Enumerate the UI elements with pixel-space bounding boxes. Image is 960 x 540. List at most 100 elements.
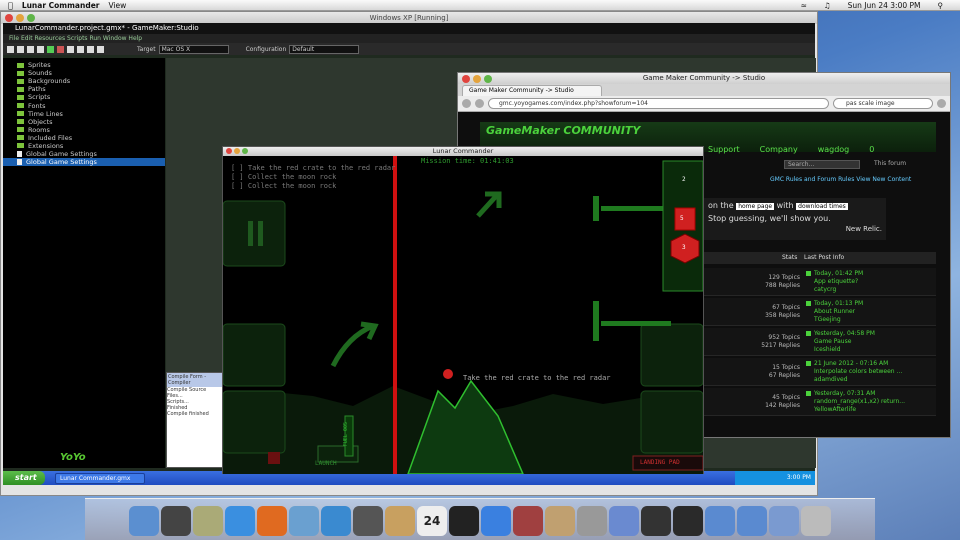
forum-row[interactable]: 45 Topics 142 Replies Yesterday, 07:31 AM r…	[704, 388, 936, 416]
nav-user[interactable]: wagdog	[818, 145, 850, 154]
last-post-topic[interactable]: Game Pause	[814, 338, 851, 345]
export-icon[interactable]	[37, 45, 44, 53]
monitor-icon[interactable]	[641, 506, 671, 536]
launchpad-icon[interactable]	[161, 506, 191, 536]
rules-link[interactable]: GMC Rules and Forum Rules View New Conte…	[770, 176, 911, 183]
photo-icon[interactable]	[193, 506, 223, 536]
terminal-icon[interactable]	[449, 506, 479, 536]
url-bar[interactable]: gmc.yoyogames.com/index.php?showforum=10…	[488, 98, 829, 109]
nav-support[interactable]: Support	[708, 145, 740, 154]
tree-item[interactable]: Sounds	[3, 69, 165, 77]
forum-search-input[interactable]: Search...	[784, 160, 860, 169]
new-icon[interactable]	[7, 45, 14, 53]
app-menu[interactable]: Lunar Commander	[22, 1, 100, 10]
thrust-pad[interactable]	[640, 390, 703, 454]
ad-banner[interactable]: on the home page with download times Sto…	[704, 198, 886, 240]
photobooth-icon[interactable]	[513, 506, 543, 536]
mail-icon[interactable]	[289, 506, 319, 536]
calendar-icon[interactable]: 24	[417, 506, 447, 536]
menubar-clock[interactable]: Sun Jun 24 3:00 PM	[848, 1, 921, 10]
tree-item[interactable]: Paths	[3, 85, 165, 93]
vbox-icon[interactable]	[609, 506, 639, 536]
last-post-topic[interactable]: Interpolate colors between ...	[814, 368, 902, 375]
zoom-icon[interactable]	[484, 75, 492, 83]
contacts-icon[interactable]	[385, 506, 415, 536]
config-select[interactable]: Default	[289, 44, 360, 54]
tree-item[interactable]: Rooms	[3, 126, 165, 134]
right-pad[interactable]	[640, 323, 703, 387]
finder-icon[interactable]	[129, 506, 159, 536]
folder-icon[interactable]	[705, 506, 735, 536]
nav-company[interactable]: Company	[760, 145, 798, 154]
ad-select[interactable]: home page	[736, 203, 775, 210]
settings-icon[interactable]	[577, 506, 607, 536]
spotlight-icon[interactable]: ⚲	[938, 1, 944, 10]
gmc-logo[interactable]: GameMaker COMMUNITY	[486, 124, 640, 137]
back-icon[interactable]	[462, 99, 471, 108]
close-icon[interactable]	[462, 75, 470, 83]
pause-pad[interactable]	[223, 200, 286, 267]
taskbar-item[interactable]: Lunar Commander.gmx	[55, 472, 145, 484]
last-post-topic[interactable]: random_range(x1,x2) return...	[814, 398, 905, 405]
firefox-icon[interactable]	[257, 506, 287, 536]
close-icon[interactable]	[5, 14, 13, 22]
wifi-icon[interactable]: ≈	[801, 1, 807, 10]
lander-ship[interactable]	[443, 369, 453, 379]
forward-icon[interactable]	[475, 99, 484, 108]
forum-row[interactable]: 15 Topics 67 Replies 21 June 2012 - 07:16 …	[704, 358, 936, 386]
xp-clock[interactable]: 3:00 PM	[787, 474, 811, 481]
left-pad[interactable]	[223, 323, 286, 387]
tree-item[interactable]: Global Game Settings	[3, 158, 165, 167]
zoom-icon[interactable]	[242, 148, 248, 154]
room-icon[interactable]	[97, 45, 104, 53]
folder-icon[interactable]	[737, 506, 767, 536]
forum-row[interactable]: 952 Topics 5217 Replies Yesterday, 04:58 P…	[704, 328, 936, 356]
menu-view[interactable]: View	[108, 1, 126, 10]
debug-icon[interactable]	[57, 45, 64, 53]
sprite-icon[interactable]	[77, 45, 84, 53]
volume-icon[interactable]: ♫	[824, 1, 831, 10]
yoyo-icon[interactable]	[673, 506, 703, 536]
tree-item[interactable]: Backgrounds	[3, 77, 165, 85]
clean-icon[interactable]	[67, 45, 74, 53]
save-icon[interactable]	[27, 45, 34, 53]
last-post-topic[interactable]: About Runner	[814, 308, 855, 315]
forum-filter[interactable]: This forum	[874, 160, 906, 167]
itunes-icon[interactable]	[481, 506, 511, 536]
tree-item[interactable]: Sprites	[3, 61, 165, 69]
sound-icon[interactable]	[87, 45, 94, 53]
run-icon[interactable]	[47, 45, 54, 53]
tree-item[interactable]: Fonts	[3, 101, 165, 110]
home-icon[interactable]	[937, 99, 946, 108]
preview-icon[interactable]	[545, 506, 575, 536]
target-select[interactable]: Mac OS X	[158, 44, 229, 54]
minimize-icon[interactable]	[473, 75, 481, 83]
nav-notifications[interactable]: 0	[869, 145, 874, 154]
downloads-icon[interactable]	[769, 506, 799, 536]
tab-gmc[interactable]: Game Maker Community -> Studio	[462, 85, 602, 96]
safari-icon[interactable]	[321, 506, 351, 536]
minimize-icon[interactable]	[234, 148, 240, 154]
appstore-icon[interactable]	[225, 506, 255, 536]
tree-item[interactable]: Objects	[3, 118, 165, 126]
minimize-icon[interactable]	[16, 14, 24, 22]
tree-item[interactable]: Extensions	[3, 142, 165, 150]
tree-item[interactable]: Time Lines	[3, 110, 165, 118]
search-bar[interactable]: pas scale image	[833, 98, 933, 109]
red-crate[interactable]	[674, 207, 696, 231]
close-icon[interactable]	[226, 148, 232, 154]
last-post-topic[interactable]: App etiquette?	[814, 278, 858, 285]
apple-icon[interactable]: 	[0, 1, 13, 10]
tree-item[interactable]: Included Files	[3, 134, 165, 142]
forum-row[interactable]: 129 Topics 788 Replies Today, 01:42 PM App …	[704, 268, 936, 296]
trash-icon[interactable]	[801, 506, 831, 536]
game-field[interactable]: Mission time: 01:41:03 [ ] Take the red …	[223, 156, 703, 474]
ad-select[interactable]: download times	[796, 203, 848, 210]
open-icon[interactable]	[17, 45, 24, 53]
zoom-icon[interactable]	[27, 14, 35, 22]
tree-item[interactable]: Scripts	[3, 93, 165, 101]
tree-item[interactable]: Global Game Settings	[3, 150, 165, 158]
facetime-icon[interactable]	[353, 506, 383, 536]
down-pad[interactable]	[223, 390, 286, 454]
start-button[interactable]: start	[3, 471, 45, 485]
